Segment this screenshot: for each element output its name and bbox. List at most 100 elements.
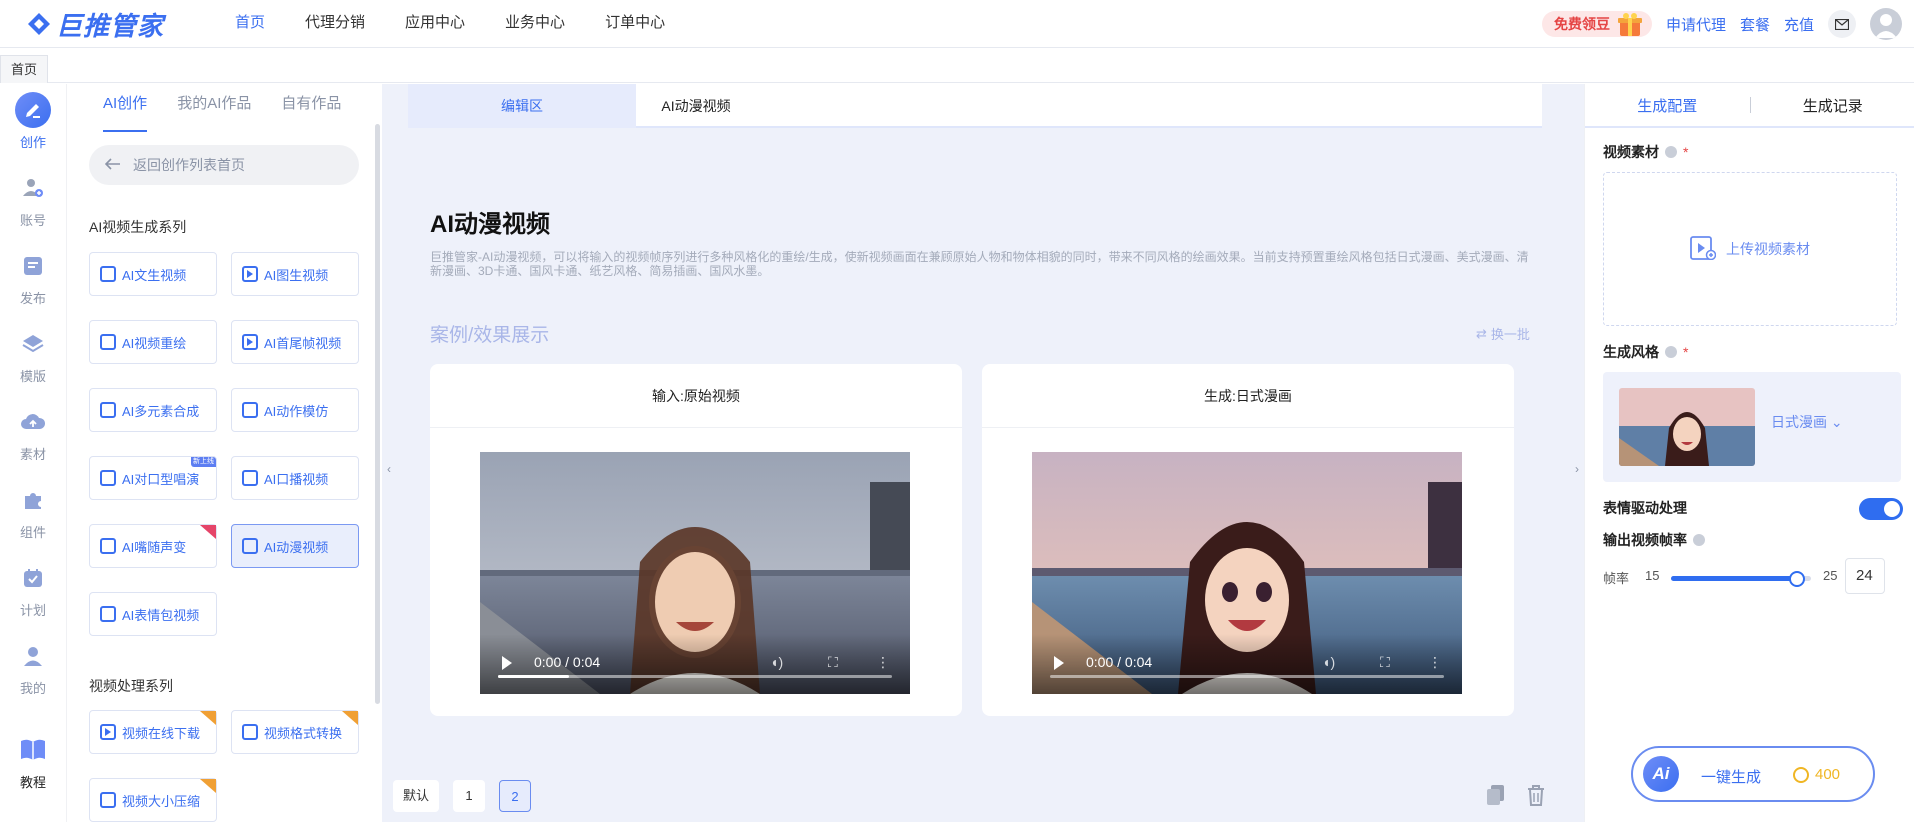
logo-icon [26, 11, 52, 37]
expression-toggle[interactable] [1859, 498, 1903, 520]
play-icon[interactable] [502, 656, 512, 670]
rail-item-template[interactable]: 模版 [0, 326, 66, 396]
page-2[interactable]: 2 [499, 780, 532, 812]
back-label: 返回创作列表首页 [133, 157, 245, 173]
bottom-tools [1486, 784, 1546, 809]
cost-value: 400 [1815, 766, 1841, 783]
help-icon[interactable] [1665, 146, 1677, 158]
back-to-list-button[interactable]: 返回创作列表首页 [89, 145, 359, 185]
recharge-link[interactable]: 充值 [1784, 14, 1814, 35]
rail-item-account[interactable]: 账号 [0, 170, 66, 240]
mail-icon[interactable] [1828, 10, 1856, 38]
nav-apps[interactable]: 应用中心 [385, 0, 485, 48]
tab-edit-area[interactable]: 编辑区 [408, 84, 636, 128]
sidebar-scrollbar[interactable] [375, 124, 380, 704]
logo[interactable]: 巨推管家 [26, 8, 164, 41]
more-icon[interactable]: ⋮ [876, 654, 890, 671]
rail-item-publish[interactable]: 发布 [0, 248, 66, 318]
hot-tag-icon [194, 525, 216, 539]
tool-multi-element[interactable]: AI多元素合成 [89, 388, 217, 432]
tool-motion-mimic[interactable]: AI动作模仿 [231, 388, 359, 432]
tool-label: 视频大小压缩 [122, 793, 201, 809]
page-1[interactable]: 1 [453, 780, 486, 812]
tool-first-last-frame[interactable]: AI首尾帧视频 [231, 320, 359, 364]
tab-ai-create[interactable]: AI创作 [103, 84, 148, 132]
fullscreen-icon[interactable]: ⛶ [828, 654, 838, 671]
fps-input[interactable]: 24 [1845, 558, 1885, 594]
input-video-player[interactable]: 0:00 / 0:04 ◖) ⛶ ⋮ [480, 452, 910, 694]
tool-lip-sync-sing[interactable]: AI对口型唱演 新上线 [89, 456, 217, 500]
tool-format-convert[interactable]: 视频格式转换 [231, 710, 359, 754]
package-link[interactable]: 套餐 [1740, 14, 1770, 35]
output-video-player[interactable]: 0:00 / 0:04 ◖) ⛶ ⋮ [1032, 452, 1462, 694]
creation-sidebar: AI创作 我的AI作品 自有作品 返回创作列表首页 AI视频生成系列 AI文生视… [66, 84, 382, 822]
tool-anime-video[interactable]: AI动漫视频 [231, 524, 359, 568]
tab-generate-config[interactable]: 生成配置 [1585, 95, 1750, 116]
page-default[interactable]: 默认 [393, 780, 440, 812]
person-icon [15, 638, 51, 674]
style-selector[interactable]: 日式漫画 ⌄ [1603, 372, 1901, 482]
pagination: 默认 1 2 [393, 780, 532, 812]
tool-label: AI图生视频 [264, 267, 329, 283]
tool-oral-broadcast[interactable]: AI口播视频 [231, 456, 359, 500]
chevron-right-icon[interactable]: › [1570, 454, 1584, 484]
ai-icon: Ai [1643, 756, 1679, 792]
fps-slider-handle[interactable] [1789, 571, 1805, 587]
volume-icon[interactable]: ◖) [770, 654, 783, 670]
rail-item-component[interactable]: 组件 [0, 482, 66, 552]
volume-icon[interactable]: ◖) [1322, 654, 1335, 670]
video-progress-bar[interactable] [498, 675, 892, 678]
tool-video-download[interactable]: 视频在线下载 [89, 710, 217, 754]
trash-icon[interactable] [1526, 784, 1546, 809]
hot-tag-icon [194, 779, 216, 793]
tool-video-redraw[interactable]: AI视频重绘 [89, 320, 217, 364]
tool-label: 视频在线下载 [122, 725, 201, 741]
generate-button[interactable]: Ai 一键生成 400 [1631, 746, 1875, 802]
tool-video-compress[interactable]: 视频大小压缩 [89, 778, 217, 822]
rail-item-mine[interactable]: 我的 [0, 638, 66, 708]
series-title-ai-video: AI视频生成系列 [89, 219, 187, 235]
fullscreen-icon[interactable]: ⛶ [1380, 654, 1390, 671]
apply-agent-link[interactable]: 申请代理 [1666, 14, 1726, 35]
rail-item-material[interactable]: 素材 [0, 404, 66, 474]
nav-agent[interactable]: 代理分销 [285, 0, 385, 48]
nav-business[interactable]: 业务中心 [485, 0, 585, 48]
tab-home[interactable]: 首页 [0, 55, 49, 83]
frame-video-icon [242, 334, 258, 350]
tool-emoji-video[interactable]: AI表情包视频 [89, 592, 217, 636]
tab-anime-video[interactable]: AI动漫视频 [636, 84, 756, 128]
upload-video-dropzone[interactable]: 上传视频素材 [1603, 172, 1897, 326]
swap-batch-button[interactable]: ⇄ 换一批 [1476, 324, 1530, 343]
rail-item-plan[interactable]: 计划 [0, 560, 66, 630]
rail-item-tutorial[interactable]: 教程 [0, 732, 66, 802]
tab-generate-history[interactable]: 生成记录 [1751, 95, 1914, 116]
header-actions: 免费领豆 申请代理 套餐 充值 [1541, 0, 1902, 48]
coin-icon [1793, 766, 1809, 783]
nav-home[interactable]: 首页 [215, 0, 285, 48]
tool-text-to-video[interactable]: AI文生视频 [89, 252, 217, 296]
avatar[interactable] [1870, 8, 1902, 40]
help-icon[interactable] [1665, 346, 1677, 358]
help-icon[interactable] [1693, 534, 1705, 546]
video-progress-bar[interactable] [1050, 675, 1444, 678]
more-icon[interactable]: ⋮ [1428, 654, 1442, 671]
tab-own-works[interactable]: 自有作品 [281, 84, 341, 130]
main-nav: 首页 代理分销 应用中心 业务中心 订单中心 [215, 0, 685, 48]
nav-orders[interactable]: 订单中心 [585, 0, 685, 48]
tool-image-to-video[interactable]: AI图生视频 [231, 252, 359, 296]
chevron-left-icon[interactable]: ‹ [382, 454, 396, 484]
play-icon[interactable] [1054, 656, 1064, 670]
rail-label: 我的 [19, 681, 46, 696]
main-editor: ‹ › 编辑区 AI动漫视频 AI动漫视频 巨推管家-AI动漫视频，可以将输入的… [382, 84, 1584, 822]
fps-slider[interactable] [1671, 571, 1811, 587]
free-bean-button[interactable]: 免费领豆 [1541, 11, 1652, 37]
upload-video-icon [1690, 235, 1717, 263]
arrow-left-icon [104, 157, 121, 173]
tool-label: 视频格式转换 [264, 725, 343, 741]
rail-item-create[interactable]: 创作 [0, 92, 66, 162]
tab-my-ai-works[interactable]: 我的AI作品 [177, 84, 251, 130]
rail-label: 账号 [19, 213, 46, 228]
style-value: 日式漫画 ⌄ [1771, 412, 1843, 432]
tool-mouth-follow-voice[interactable]: AI嘴随声变 [89, 524, 217, 568]
copy-icon[interactable] [1486, 784, 1506, 809]
